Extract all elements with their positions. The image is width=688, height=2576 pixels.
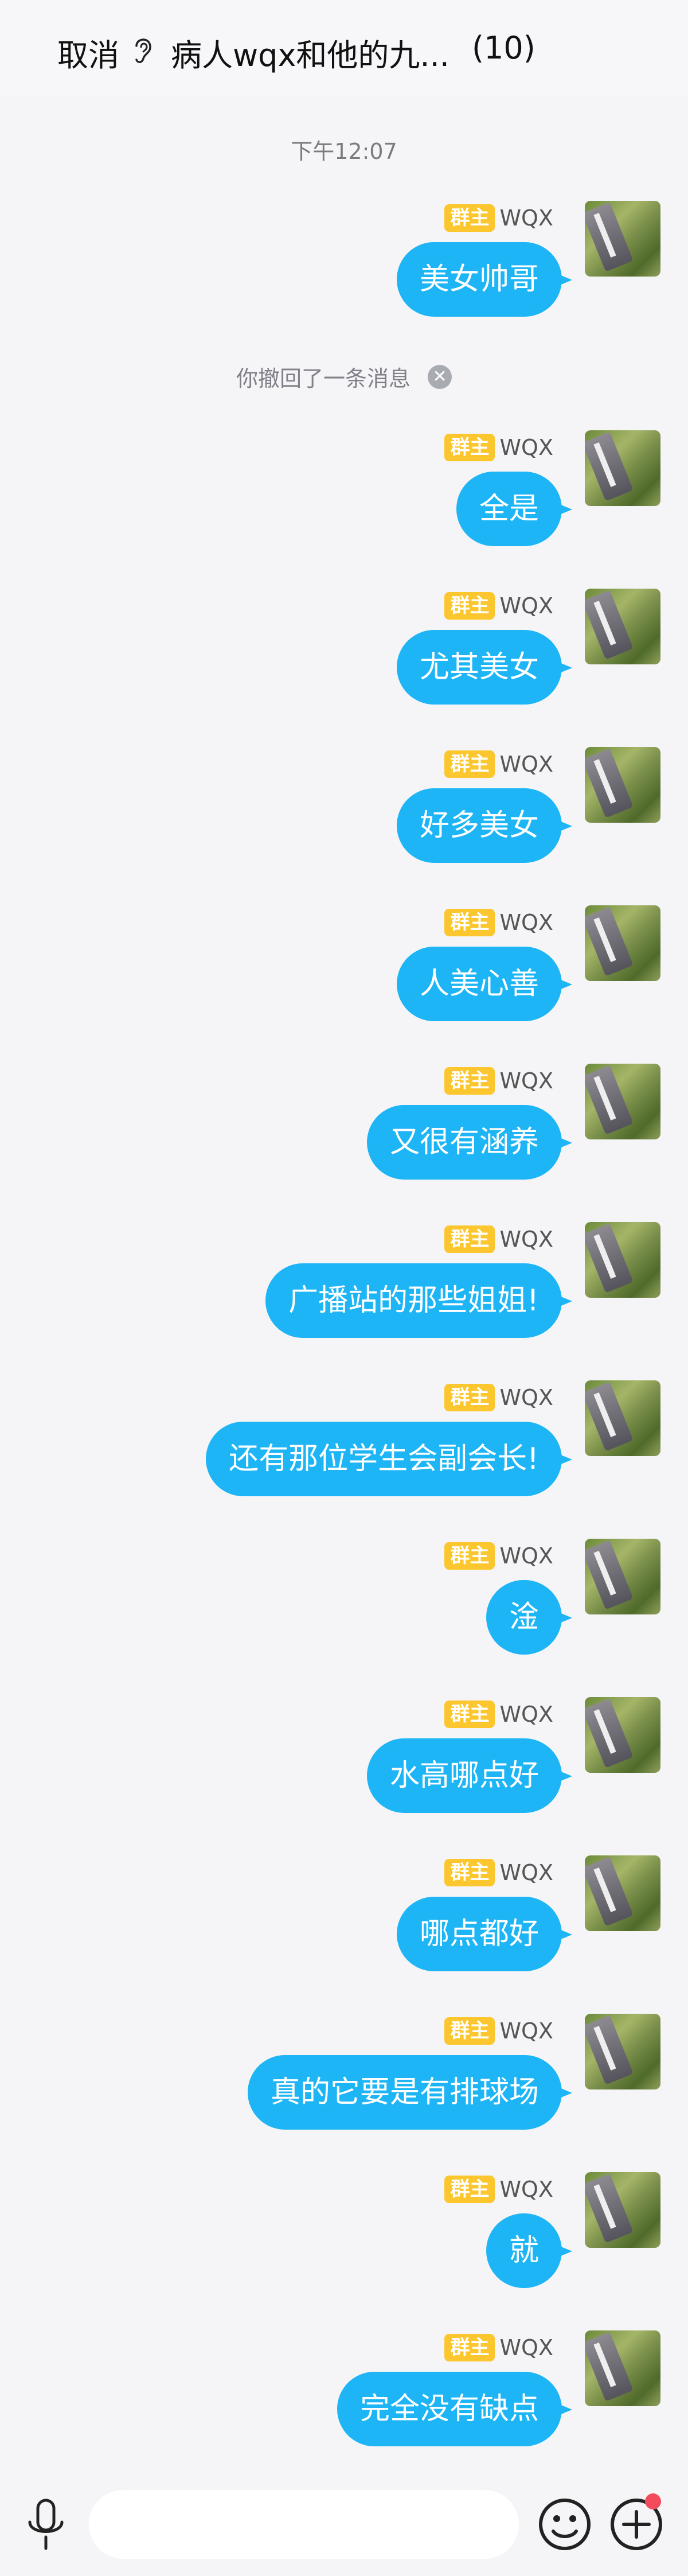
message-bubble[interactable]: 完全没有缺点: [337, 2372, 573, 2446]
chat-message: 群主 WQX 广播站的那些姐姐!: [0, 1222, 688, 1371]
sender-name: WQX: [499, 1702, 553, 1727]
message-bubble[interactable]: 还有那位学生会副会长!: [206, 1422, 572, 1496]
chat-message: 群主 WQX 真的它要是有排球场: [0, 2014, 688, 2163]
sender-name: WQX: [499, 205, 553, 231]
avatar[interactable]: [585, 1222, 660, 1298]
sender-name: WQX: [499, 752, 553, 777]
owner-badge: 群主: [444, 204, 495, 232]
message-bubble[interactable]: 人美心善: [396, 947, 573, 1021]
chat-message: 群主 WQX 淦: [0, 1539, 688, 1688]
sender-info: 群主 WQX: [444, 2017, 553, 2045]
owner-badge: 群主: [444, 592, 495, 620]
sender-info: 群主 WQX: [444, 2334, 553, 2361]
sender-info: 群主 WQX: [444, 750, 553, 778]
sender-name: WQX: [499, 2335, 553, 2360]
chat-message: 群主 WQX 就: [0, 2172, 688, 2321]
avatar[interactable]: [585, 747, 660, 823]
avatar[interactable]: [585, 1064, 660, 1139]
sender-info: 群主 WQX: [444, 592, 553, 620]
member-count: (10): [472, 30, 535, 66]
sender-info: 群主 WQX: [444, 1542, 553, 1570]
emoji-icon[interactable]: [536, 2496, 593, 2553]
owner-badge: 群主: [444, 1067, 495, 1095]
sender-name: WQX: [499, 1227, 553, 1252]
chat-message: 群主 WQX 水高哪点好: [0, 1697, 688, 1846]
chat-message: 群主 WQX 人美心善: [0, 905, 688, 1054]
chat-message: 群主 WQX 美女帅哥: [0, 201, 688, 350]
message-bubble[interactable]: 好多美女: [396, 788, 573, 863]
sender-info: 群主 WQX: [444, 2176, 553, 2203]
chat-message: 群主 WQX 还有那位学生会副会长!: [0, 1380, 688, 1530]
avatar[interactable]: [585, 1380, 660, 1456]
message-bubble[interactable]: 尤其美女: [396, 630, 573, 705]
group-title[interactable]: 病人wqx和他的九...: [171, 30, 449, 75]
chat-message: 群主 WQX 好多美女: [0, 747, 688, 896]
sender-info: 群主 WQX: [444, 1384, 553, 1411]
message-bubble[interactable]: 真的它要是有排球场: [247, 2055, 573, 2130]
owner-badge: 群主: [444, 1384, 495, 1411]
owner-badge: 群主: [444, 1701, 495, 1728]
owner-badge: 群主: [444, 434, 495, 461]
avatar[interactable]: [585, 2330, 660, 2406]
cancel-button[interactable]: 取消: [57, 30, 119, 75]
owner-badge: 群主: [444, 2334, 495, 2361]
message-bubble[interactable]: 广播站的那些姐姐!: [265, 1263, 572, 1338]
sender-info: 群主 WQX: [444, 434, 553, 461]
avatar[interactable]: [585, 2172, 660, 2248]
notification-dot: [645, 2493, 661, 2509]
message-bubble[interactable]: 哪点都好: [396, 1897, 573, 1971]
close-icon[interactable]: ✕: [428, 364, 452, 389]
recall-text: 你撤回了一条消息: [236, 366, 411, 391]
owner-badge: 群主: [444, 909, 495, 936]
message-bubble[interactable]: 淦: [486, 1580, 573, 1655]
chat-message: 群主 WQX 又很有涵养: [0, 1064, 688, 1213]
chat-message: 群主 WQX 全是: [0, 430, 688, 579]
sender-info: 群主 WQX: [444, 1701, 553, 1728]
message-bubble[interactable]: 美女帅哥: [396, 242, 573, 317]
input-bar: [0, 2467, 688, 2576]
sender-info: 群主 WQX: [444, 1859, 553, 1886]
chat-message: 群主 WQX 尤其美女: [0, 589, 688, 738]
sender-name: WQX: [499, 2018, 553, 2044]
sender-info: 群主 WQX: [444, 909, 553, 936]
sender-name: WQX: [499, 1543, 553, 1569]
message-bubble[interactable]: 水高哪点好: [366, 1738, 573, 1813]
sender-name: WQX: [499, 593, 553, 618]
avatar[interactable]: [585, 589, 660, 664]
owner-badge: 群主: [444, 1859, 495, 1886]
avatar[interactable]: [585, 1855, 660, 1931]
avatar[interactable]: [585, 1697, 660, 1773]
chat-header: 取消 病人wqx和他的九... (10): [0, 0, 688, 95]
sender-info: 群主 WQX: [444, 204, 553, 232]
message-bubble[interactable]: 就: [486, 2213, 573, 2288]
avatar[interactable]: [585, 430, 660, 506]
avatar[interactable]: [585, 201, 660, 277]
owner-badge: 群主: [444, 1542, 495, 1570]
owner-badge: 群主: [444, 2017, 495, 2045]
message-input[interactable]: [89, 2490, 519, 2559]
sender-name: WQX: [499, 435, 553, 460]
ear-icon[interactable]: [131, 33, 156, 67]
owner-badge: 群主: [444, 1225, 495, 1253]
chat-message: 群主 WQX 哪点都好: [0, 1855, 688, 2005]
microphone-icon[interactable]: [23, 2497, 69, 2554]
avatar[interactable]: [585, 2014, 660, 2089]
sender-name: WQX: [499, 1385, 553, 1410]
avatar[interactable]: [585, 1539, 660, 1614]
sender-info: 群主 WQX: [444, 1067, 553, 1095]
owner-badge: 群主: [444, 2176, 495, 2203]
message-bubble[interactable]: 又很有涵养: [366, 1105, 573, 1180]
recall-notice: 你撤回了一条消息 ✕: [236, 361, 452, 392]
avatar[interactable]: [585, 905, 660, 981]
message-bubble[interactable]: 全是: [456, 472, 573, 546]
sender-name: WQX: [499, 1068, 553, 1094]
sender-name: WQX: [499, 2177, 553, 2202]
sender-name: WQX: [499, 910, 553, 935]
sender-name: WQX: [499, 1860, 553, 1885]
message-timestamp: 下午12:07: [291, 139, 397, 164]
chat-message: 群主 WQX 完全没有缺点: [0, 2330, 688, 2480]
sender-info: 群主 WQX: [444, 1225, 553, 1253]
owner-badge: 群主: [444, 750, 495, 778]
